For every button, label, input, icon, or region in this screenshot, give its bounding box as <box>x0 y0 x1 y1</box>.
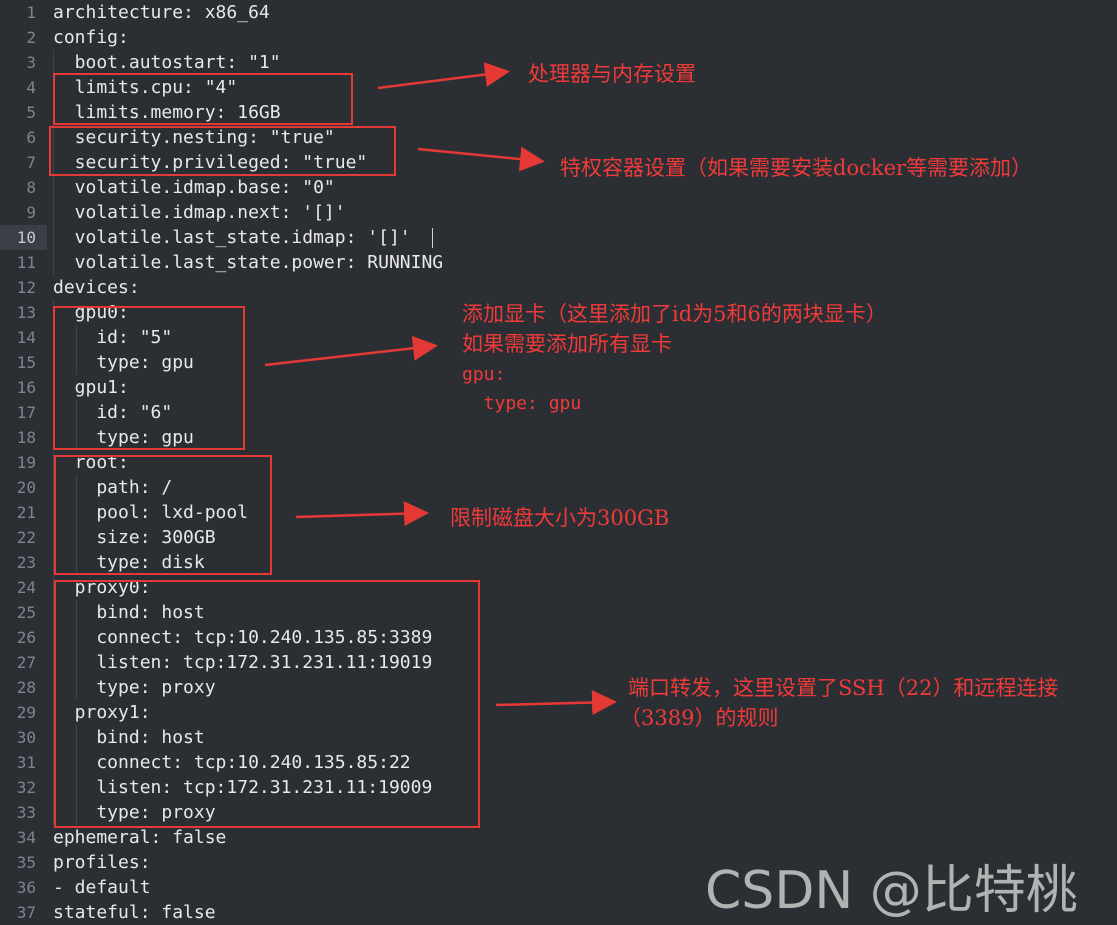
annotation-privileged: 特权容器设置（如果需要安装docker等需要添加） <box>560 156 1033 180</box>
arrow-gpu <box>264 335 438 367</box>
arrow-disk <box>295 501 429 527</box>
annotation-gpu-code2: type: gpu <box>462 393 582 414</box>
annotation-proxy-line1: 端口转发，这里设置了SSH（22）和远程连接 <box>628 676 1059 700</box>
annotation-gpu-line2: 如果需要添加所有显卡 <box>462 332 672 356</box>
annotation-gpu-code1: gpu: <box>462 364 506 385</box>
annotation-cpu-memory: 处理器与内存设置 <box>528 62 696 86</box>
arrow-privileged <box>417 146 545 172</box>
annotation-gpu-line1: 添加显卡（这里添加了id为5和6的两块显卡） <box>462 302 887 326</box>
annotation-disk: 限制磁盘大小为300GB <box>450 506 670 530</box>
arrow-proxy <box>495 690 617 716</box>
annotation-arrows <box>264 62 617 716</box>
annotation-proxy-line2: （3389）的规则 <box>620 706 779 730</box>
arrow-cpu-memory <box>377 62 510 90</box>
watermark: CSDN @比特桃 <box>705 861 1078 921</box>
